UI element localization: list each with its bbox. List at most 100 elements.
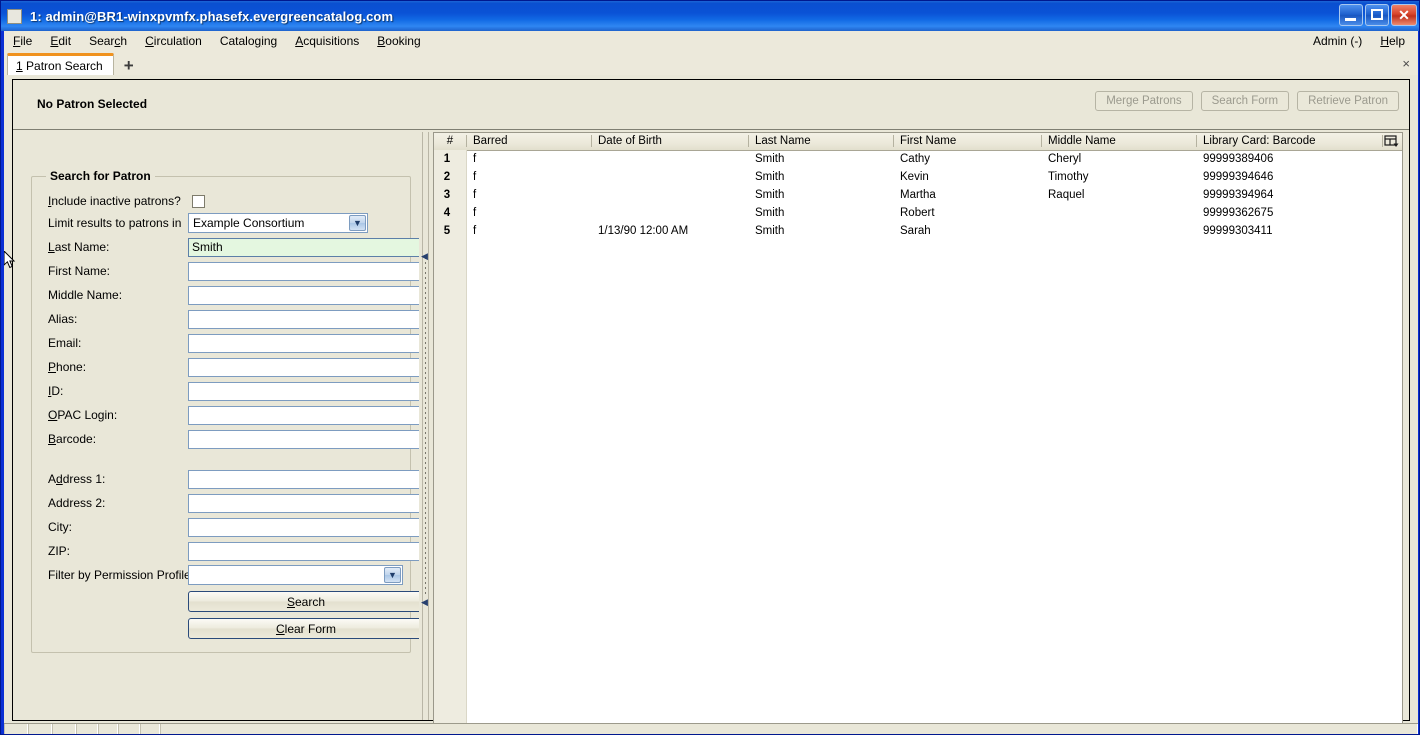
chevron-down-icon: ▼: [349, 215, 366, 231]
maximize-button[interactable]: [1365, 4, 1389, 26]
cell-barred: f: [473, 153, 477, 165]
zip-input[interactable]: [188, 541, 419, 561]
menu-admin[interactable]: Admin (-): [1304, 32, 1371, 50]
cell-last_name: Smith: [755, 225, 785, 237]
cell-dob: 1/13/90 12:00 AM: [598, 225, 689, 237]
table-row[interactable]: 3 f Smith Martha Raquel 99999394964: [434, 186, 1402, 204]
row-opac-login: OPAC Login:: [32, 403, 419, 427]
menu-bar-right: Admin (-) Help: [1304, 32, 1418, 50]
pane-splitter[interactable]: ◀ ◀: [419, 132, 433, 720]
cell-barcode: 99999394964: [1203, 189, 1274, 201]
cell-last_name: Smith: [755, 189, 785, 201]
phone-input[interactable]: [188, 357, 419, 377]
col-header-num[interactable]: #: [434, 134, 466, 150]
limit-results-value: Example Consortium: [193, 216, 305, 230]
cell-num: 1: [443, 153, 451, 165]
status-cell-message: [160, 724, 1418, 734]
include-inactive-label: Include inactive patrons?: [48, 194, 181, 208]
zip-label: ZIP:: [48, 544, 71, 558]
first-name-input[interactable]: [188, 261, 419, 281]
patron-header-actions: Merge Patrons Search Form Retrieve Patro…: [1095, 91, 1399, 111]
last-name-input[interactable]: [188, 237, 419, 257]
col-header-first-name[interactable]: First Name: [893, 134, 956, 150]
include-inactive-checkbox[interactable]: [192, 194, 205, 208]
email-input[interactable]: [188, 333, 419, 353]
search-form-button[interactable]: Search Form: [1200, 91, 1290, 111]
new-tab-button[interactable]: +: [120, 57, 138, 74]
splitter-collapse-left-icon[interactable]: ◀: [421, 252, 429, 261]
status-cell-5: [98, 724, 118, 734]
results-pane: # Barred Date of Birth Last Name First N…: [433, 132, 1403, 734]
tab-patron-search[interactable]: 1 Patron Search: [7, 53, 114, 75]
close-tab-icon[interactable]: ×: [1402, 56, 1410, 71]
menu-circulation[interactable]: Circulation: [136, 32, 211, 50]
permission-profile-select[interactable]: ▼: [188, 565, 403, 585]
column-picker-icon[interactable]: [1383, 134, 1400, 149]
middle-name-input[interactable]: [188, 285, 419, 305]
retrieve-patron-button[interactable]: Retrieve Patron: [1297, 91, 1399, 111]
row-address-1: Address 1:: [32, 467, 419, 491]
limit-results-select[interactable]: Example Consortium ▼: [188, 213, 368, 233]
table-row[interactable]: 5 f 1/13/90 12:00 AM Smith Sarah 99999303411: [434, 222, 1402, 240]
menu-acquisitions[interactable]: Acquisitions: [286, 32, 368, 50]
menu-booking[interactable]: Booking: [368, 32, 429, 50]
phone-label: Phone:: [48, 360, 87, 374]
menu-file[interactable]: File: [4, 32, 41, 50]
search-button[interactable]: Search: [188, 591, 419, 612]
col-header-barred[interactable]: Barred: [466, 134, 508, 150]
table-row[interactable]: 4 f Smith Robert 99999362675: [434, 204, 1402, 222]
address-2-input[interactable]: [188, 493, 419, 513]
row-include-inactive: Include inactive patrons?: [32, 189, 412, 213]
menu-edit[interactable]: Edit: [41, 32, 80, 50]
cell-first_name: Robert: [900, 207, 935, 219]
cell-first_name: Cathy: [900, 153, 931, 165]
close-button[interactable]: [1391, 4, 1417, 26]
cell-middle_name: Cheryl: [1048, 153, 1082, 165]
col-header-last-name[interactable]: Last Name: [748, 134, 811, 150]
col-header-middle-name[interactable]: Middle Name: [1041, 134, 1116, 150]
clear-form-button[interactable]: Clear Form: [188, 618, 419, 639]
alias-input[interactable]: [188, 309, 419, 329]
opac-login-input[interactable]: [188, 405, 419, 425]
id-input[interactable]: [188, 381, 419, 401]
cell-last_name: Smith: [755, 207, 785, 219]
title-bar: 1: admin@BR1-winxpvmfx.phasefx.evergreen…: [1, 1, 1419, 31]
col-header-dob[interactable]: Date of Birth: [591, 134, 662, 150]
row-alias: Alias:: [32, 307, 419, 331]
row-last-name: Last Name:: [32, 235, 419, 259]
row-barcode: Barcode:: [32, 427, 419, 451]
status-cell-6: [118, 724, 140, 734]
permission-profile-label: Filter by Permission Profile:: [48, 568, 195, 582]
merge-patrons-button[interactable]: Merge Patrons: [1095, 91, 1193, 111]
splitter-line-left: [422, 132, 423, 720]
window-controls: [1339, 4, 1417, 26]
patron-header-bar: No Patron Selected Merge Patrons Search …: [13, 80, 1409, 130]
search-for-patron-fieldset: Search for Patron Include inactive patro…: [31, 169, 419, 653]
cell-first_name: Sarah: [900, 225, 931, 237]
menu-cataloging[interactable]: Cataloging: [211, 32, 286, 50]
splitter-grip[interactable]: [425, 257, 426, 597]
cell-barred: f: [473, 207, 477, 219]
table-row[interactable]: 1 f Smith Cathy Cheryl 99999389406: [434, 150, 1402, 168]
cell-first_name: Martha: [900, 189, 936, 201]
city-input[interactable]: [188, 517, 419, 537]
address-1-input[interactable]: [188, 469, 419, 489]
patron-status-label: No Patron Selected: [37, 97, 148, 111]
app-icon: [7, 8, 22, 24]
col-header-barcode[interactable]: Library Card: Barcode: [1196, 134, 1316, 150]
barcode-input[interactable]: [188, 429, 419, 449]
splitter-collapse-left-icon-bottom[interactable]: ◀: [421, 598, 429, 607]
menu-help[interactable]: Help: [1371, 32, 1414, 50]
minimize-button[interactable]: [1339, 4, 1363, 26]
cell-last_name: Smith: [755, 153, 785, 165]
id-label: ID:: [48, 384, 64, 398]
opac-login-label: OPAC Login:: [48, 408, 118, 422]
limit-results-label: Limit results to patrons in: [48, 216, 182, 230]
status-cell-2: [28, 724, 52, 734]
menu-search[interactable]: Search: [80, 32, 136, 50]
cell-last_name: Smith: [755, 171, 785, 183]
row-phone: Phone:: [32, 355, 419, 379]
tab-strip: 1 Patron Search + ×: [4, 51, 1418, 75]
table-row[interactable]: 2 f Smith Kevin Timothy 99999394646: [434, 168, 1402, 186]
status-cell-3: [52, 724, 76, 734]
